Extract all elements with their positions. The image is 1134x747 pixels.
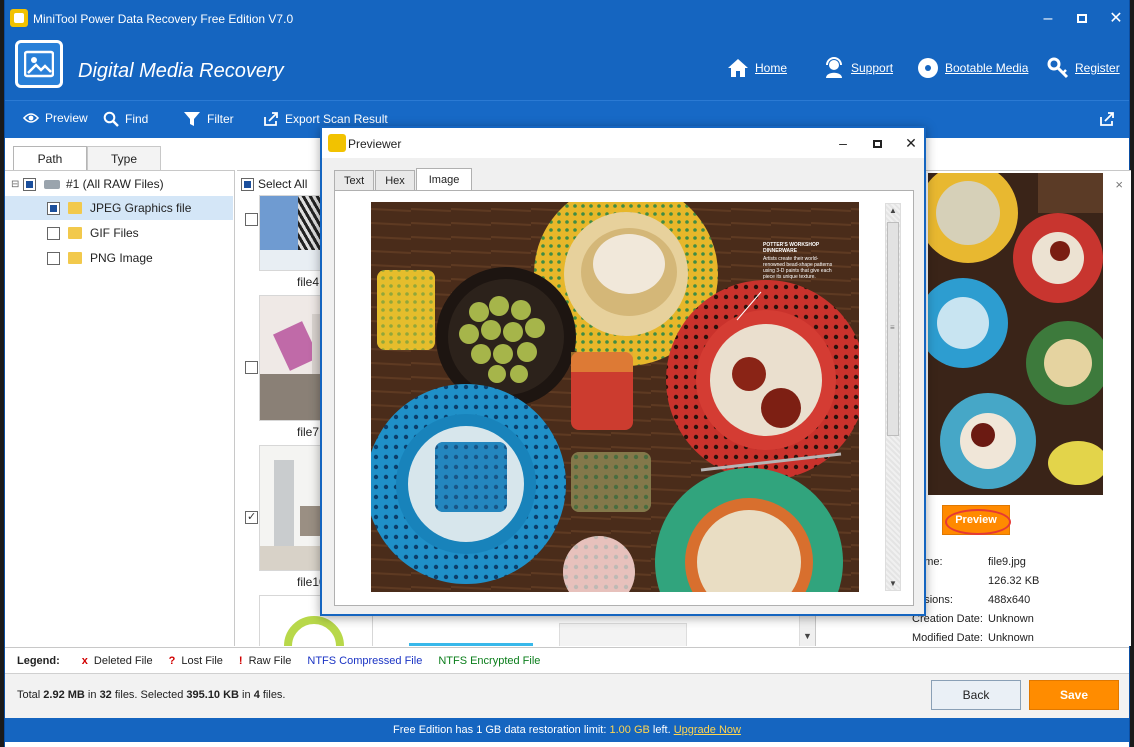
tab-image[interactable]: Image [415, 168, 473, 190]
funnel-icon [184, 112, 200, 126]
legend-label: Legend: [17, 654, 60, 667]
tree-item-checkbox[interactable] [47, 251, 60, 265]
tab-hex[interactable]: Hex [375, 170, 415, 190]
folder-icon [68, 202, 82, 214]
view-tabs: Path Type [13, 146, 161, 171]
tree-item-jpeg[interactable]: JPEG Graphics file [5, 196, 233, 220]
meta-row: Modified Date: Unknown [912, 632, 1034, 644]
scan-summary: Total 2.92 MB in 32 files. Selected 395.… [17, 689, 286, 701]
legend-compressed: NTFS Compressed File [307, 654, 423, 667]
filter-tool-button[interactable]: Filter [183, 111, 234, 127]
home-link[interactable]: Home [727, 54, 787, 82]
previewer-title: Previewer [348, 137, 402, 151]
tree-item-gif[interactable]: GIF Files [5, 221, 233, 245]
close-panel-icon[interactable]: × [1115, 177, 1123, 192]
meta-row: name: file9.jpg [912, 556, 1026, 568]
tree-item-png[interactable]: PNG Image [5, 246, 233, 270]
bootable-media-link[interactable]: Bootable Media [917, 54, 1028, 82]
file-checkbox[interactable] [245, 361, 258, 374]
select-all-row[interactable]: Select All [241, 177, 307, 191]
raw-file-icon: ! [238, 654, 243, 667]
preview-panel-image [928, 173, 1103, 495]
share-icon [1100, 112, 1114, 126]
file-checkbox[interactable] [245, 510, 258, 524]
tree-item-checkbox[interactable] [47, 226, 60, 240]
legend-deleted: Deleted File [93, 654, 153, 667]
scroll-thumb[interactable]: ≡ [887, 222, 899, 436]
close-button[interactable]: ✕ [1103, 8, 1129, 30]
maximize-button[interactable] [1069, 8, 1095, 30]
grid-scrollbar[interactable]: ▼ [799, 611, 815, 646]
image-caption-body: Artists create their world-renowned bead… [763, 256, 833, 280]
app-header: Digital Media Recovery Home Support Boot… [5, 38, 1129, 100]
meta-row: ensions: 488x640 [912, 594, 1031, 606]
select-all-checkbox[interactable] [241, 177, 254, 191]
folder-tree: ⊟ #1 (All RAW Files) JPEG Graphics file … [5, 170, 235, 646]
previewer-tabs: Text Hex Image [334, 168, 473, 190]
window-title: MiniTool Power Data Recovery Free Editio… [33, 12, 294, 26]
file-name: file4. [297, 275, 323, 289]
maximize-button[interactable] [864, 132, 890, 154]
preview-button[interactable]: Preview [942, 505, 1011, 535]
home-icon [728, 59, 748, 77]
tab-type[interactable]: Type [87, 146, 161, 170]
file-name: file7. [297, 425, 323, 439]
tree-root-checkbox[interactable] [23, 177, 36, 191]
export-scan-result-button[interactable]: Export Scan Result [263, 111, 388, 127]
export-icon [264, 112, 278, 126]
scroll-up-icon[interactable]: ▲ [889, 206, 897, 215]
support-icon [826, 57, 842, 78]
preview-tool-button[interactable]: Preview [23, 111, 88, 125]
minimize-button[interactable]: – [830, 132, 856, 154]
tab-text[interactable]: Text [334, 170, 375, 190]
back-button[interactable]: Back [931, 680, 1021, 710]
eye-icon [23, 113, 39, 123]
folder-icon [68, 252, 82, 264]
upgrade-now-link[interactable]: Upgrade Now [674, 724, 741, 736]
tree-item-checkbox[interactable] [47, 201, 60, 215]
grip-icon: ≡ [890, 323, 895, 332]
previewer-dialog: Previewer – ✕ Text Hex Image POTTER'S WO… [320, 126, 926, 616]
scroll-down-icon[interactable]: ▼ [803, 631, 812, 641]
legend-lost: Lost File [181, 654, 223, 667]
tab-path[interactable]: Path [13, 146, 87, 171]
previewer-content: POTTER'S WORKSHOP DINNERWARE Artists cre… [334, 190, 914, 606]
product-logo-icon [15, 40, 63, 88]
tree-root[interactable]: ⊟ #1 (All RAW Files) [5, 172, 233, 196]
minimize-button[interactable]: – [1035, 8, 1061, 30]
scroll-down-icon[interactable]: ▼ [889, 579, 897, 588]
limit-footer: Free Edition has 1 GB data restoration l… [5, 718, 1129, 742]
previewer-title-bar: Previewer – ✕ [322, 128, 924, 158]
key-icon [1047, 57, 1069, 79]
find-tool-button[interactable]: Find [103, 111, 148, 127]
file-thumbnail[interactable] [559, 623, 687, 646]
drive-icon [44, 179, 60, 189]
status-bar: Total 2.92 MB in 32 files. Selected 395.… [5, 673, 1129, 718]
app-icon [10, 9, 28, 27]
close-button[interactable]: ✕ [898, 132, 924, 154]
register-link[interactable]: Register [1047, 54, 1120, 82]
support-link[interactable]: Support [823, 54, 893, 82]
image-caption-title: POTTER'S WORKSHOP DINNERWARE [763, 242, 820, 254]
app-icon [328, 134, 346, 152]
meta-row: : 126.32 KB [912, 575, 1040, 587]
disc-icon [918, 58, 938, 78]
share-tool-button[interactable] [1099, 111, 1115, 127]
title-bar: MiniTool Power Data Recovery Free Editio… [5, 0, 1129, 38]
previewer-scrollbar[interactable]: ▲ ≡ ▼ [885, 203, 901, 591]
folder-icon [68, 227, 82, 239]
preview-image: POTTER'S WORKSHOP DINNERWARE Artists cre… [371, 202, 859, 592]
legend-raw: Raw File [248, 654, 292, 667]
save-button[interactable]: Save [1029, 680, 1119, 710]
file-checkbox[interactable] [245, 213, 258, 226]
search-icon [103, 111, 119, 127]
file-thumbnail[interactable] [409, 643, 533, 646]
lost-file-icon: ? [168, 654, 176, 667]
collapse-icon[interactable]: ⊟ [11, 179, 21, 190]
legend-bar: Legend: x Deleted File ? Lost File ! Raw… [5, 647, 1129, 673]
product-name: Digital Media Recovery [78, 60, 284, 82]
legend-encrypted: NTFS Encrypted File [438, 654, 541, 667]
deleted-file-icon: x [81, 654, 88, 667]
meta-row: Creation Date: Unknown [912, 613, 1034, 625]
